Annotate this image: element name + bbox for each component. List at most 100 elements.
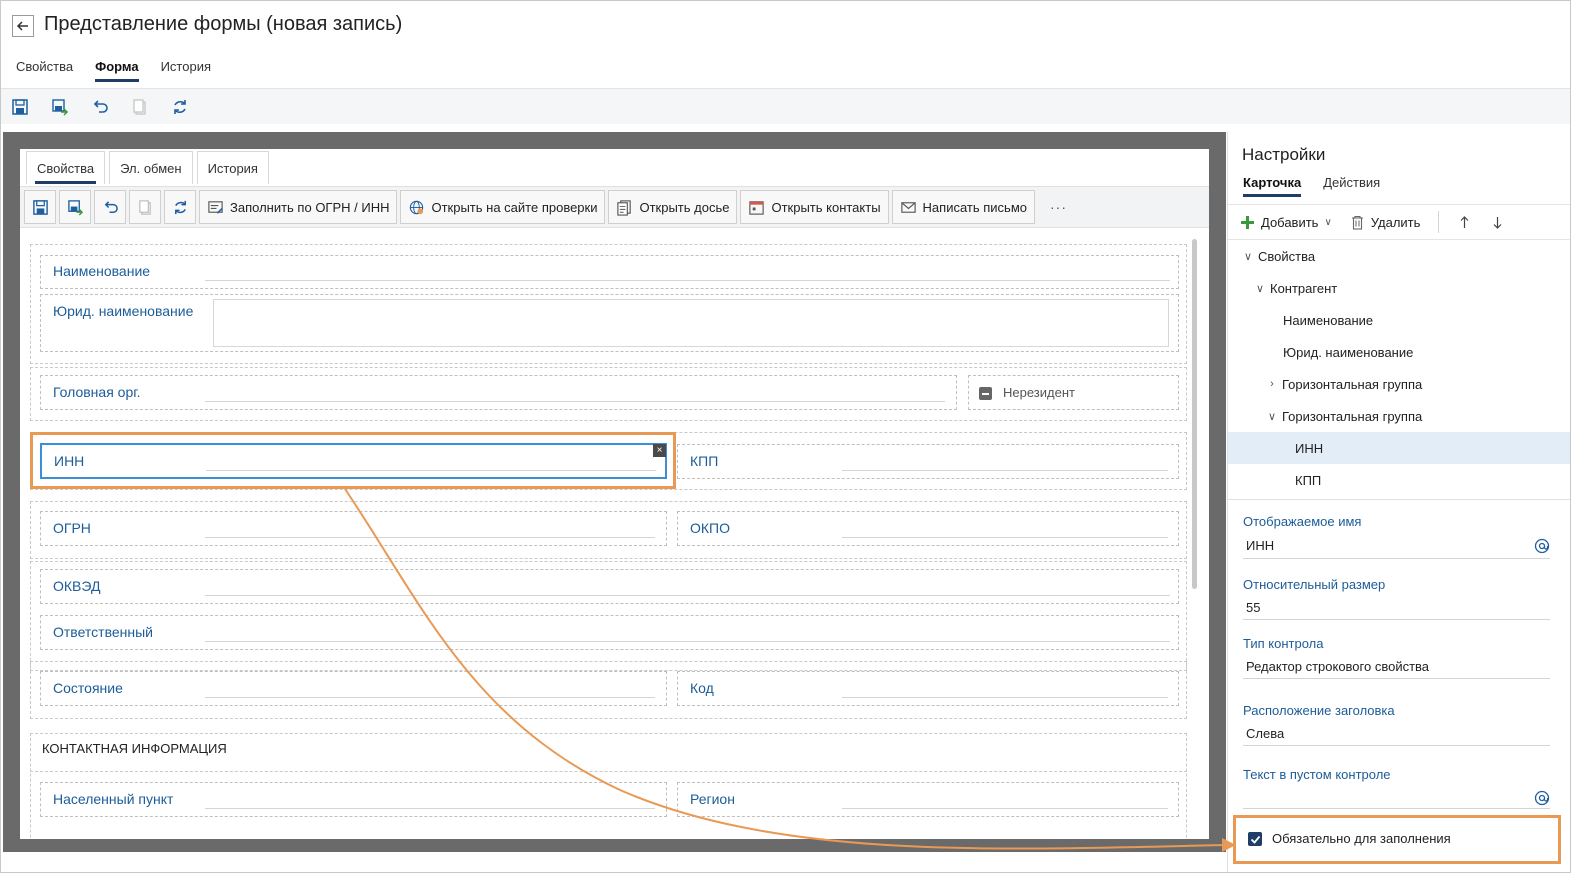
fill-by-ogrn-button[interactable]: Заполнить по ОГРН / ИНН (199, 190, 398, 224)
code-field[interactable]: Код (677, 671, 1179, 706)
state-field[interactable]: Состояние (40, 671, 667, 706)
tree-item-properties[interactable]: ∨ Свойства (1228, 240, 1571, 272)
locality-input-line (205, 808, 655, 809)
globe-icon (410, 200, 424, 214)
head-org-input-line (205, 401, 945, 402)
remove-element-icon[interactable]: × (653, 444, 666, 457)
move-up-button[interactable] (1457, 215, 1472, 230)
chevron-down-icon: ∨ (1324, 216, 1332, 228)
localize-icon[interactable] (1534, 790, 1550, 806)
okved-input-line (205, 595, 1170, 596)
calendar-icon (749, 200, 765, 215)
legal-name-field[interactable]: Юрид. наименование (40, 294, 1179, 352)
okpo-field[interactable]: ОКПО (677, 511, 1179, 546)
undo-icon (104, 200, 118, 213)
more-actions-button[interactable]: ··· (1050, 199, 1067, 215)
inn-input-line (206, 470, 656, 471)
tree-item-horizontal-group-2[interactable]: ∨ Горизонтальная группа (1228, 400, 1571, 432)
head-org-field[interactable]: Головная орг. (40, 375, 957, 410)
tree-item-horizontal-group-1[interactable]: › Горизонтальная группа (1228, 368, 1571, 400)
control-type-select[interactable]: Редактор строкового свойства (1246, 659, 1429, 674)
caption-position-select[interactable]: Слева (1246, 726, 1284, 741)
display-name-line (1243, 558, 1550, 559)
plus-icon (1241, 215, 1254, 229)
save-icon (32, 199, 48, 215)
save-and-close-icon[interactable] (49, 96, 71, 118)
kpp-input-line (842, 470, 1168, 471)
chevron-down-icon[interactable]: ∨ (1266, 410, 1278, 423)
code-input-line (842, 697, 1168, 698)
required-checkbox[interactable] (1248, 832, 1262, 846)
page-title: Представление формы (новая запись) (44, 13, 403, 35)
tab-actions[interactable]: Действия (1323, 175, 1380, 197)
legal-name-textarea[interactable] (213, 299, 1169, 347)
relative-size-line (1243, 619, 1550, 620)
write-letter-button[interactable]: Написать письмо (891, 190, 1035, 224)
form-save-button[interactable] (24, 190, 56, 224)
undo-icon[interactable] (89, 96, 111, 118)
tab-card[interactable]: Карточка (1243, 175, 1302, 197)
state-input-line (205, 697, 655, 698)
arrow-left-icon (16, 21, 28, 31)
tab-form[interactable]: Форма (95, 59, 140, 82)
open-contacts-button[interactable]: Открыть контакты (740, 190, 889, 224)
copy-icon[interactable] (129, 96, 151, 118)
chevron-down-icon[interactable]: ∨ (1254, 282, 1266, 295)
mail-icon (900, 201, 916, 213)
contact-section-title: КОНТАКТНАЯ ИНФОРМАЦИЯ (42, 741, 227, 756)
back-button[interactable] (12, 15, 34, 37)
form-tab-exchange[interactable]: Эл. обмен (109, 151, 193, 184)
form-preview: Свойства Эл. обмен История Заполнить по … (20, 149, 1209, 839)
refresh-icon (174, 200, 186, 214)
relative-size-input[interactable]: 55 (1246, 600, 1260, 615)
main-toolbar (0, 88, 1571, 124)
open-check-site-button[interactable]: Открыть на сайте проверки (400, 190, 606, 224)
form-designer-canvas: Свойства Эл. обмен История Заполнить по … (3, 132, 1226, 852)
responsible-field[interactable]: Ответственный (40, 615, 1179, 650)
form-undo-button[interactable] (94, 190, 126, 224)
open-dossier-button[interactable]: Открыть досье (608, 190, 738, 224)
form-tab-properties[interactable]: Свойства (26, 151, 106, 184)
checkmark-icon (1250, 835, 1260, 844)
ogrn-input-line (205, 537, 655, 538)
refresh-icon[interactable] (169, 96, 191, 118)
form-scrollbar[interactable] (1192, 239, 1197, 589)
chevron-down-icon[interactable]: ∨ (1242, 250, 1254, 263)
delete-button[interactable]: Удалить (1350, 215, 1420, 230)
empty-text-label: Текст в пустом контроле (1243, 767, 1391, 782)
inn-field[interactable]: ИНН × (40, 443, 667, 479)
form-tab-history[interactable]: История (196, 151, 269, 184)
tree-item-inn[interactable]: ИНН (1228, 432, 1571, 464)
move-down-button[interactable] (1490, 215, 1505, 230)
ogrn-field[interactable]: ОГРН (40, 511, 667, 546)
save-icon[interactable] (9, 96, 31, 118)
form-copy-button[interactable] (129, 190, 161, 224)
tree-item-counterparty[interactable]: ∨ Контрагент (1228, 272, 1571, 304)
tab-history[interactable]: История (161, 59, 211, 82)
nonresident-field[interactable]: Нерезидент (968, 375, 1179, 410)
region-field[interactable]: Регион (677, 782, 1179, 817)
nonresident-checkbox[interactable] (979, 387, 992, 400)
settings-toolbar: Добавить ∨ Удалить (1228, 204, 1571, 240)
display-name-input[interactable]: ИНН (1246, 538, 1274, 553)
kpp-field[interactable]: КПП (677, 444, 1179, 479)
chevron-right-icon[interactable]: › (1266, 378, 1278, 390)
form-save-close-button[interactable] (59, 190, 91, 224)
okpo-input-line (842, 537, 1168, 538)
tab-properties[interactable]: Свойства (16, 59, 73, 82)
okved-field[interactable]: ОКВЭД (40, 569, 1179, 604)
form-refresh-button[interactable] (164, 190, 196, 224)
settings-tabs: Карточка Действия (1243, 175, 1402, 197)
open-dossier-label: Открыть досье (639, 199, 730, 215)
name-field[interactable]: Наименование (40, 255, 1179, 289)
tree-item-legal-name[interactable]: Юрид. наименование (1228, 336, 1571, 368)
indeterminate-icon (982, 392, 989, 395)
add-button[interactable]: Добавить ∨ (1240, 215, 1332, 230)
window-header: Представление формы (новая запись) Свойс… (0, 0, 1571, 88)
element-tree: ∨ Свойства ∨ Контрагент Наименование Юри… (1228, 240, 1571, 496)
tree-item-name[interactable]: Наименование (1228, 304, 1571, 336)
settings-title: Настройки (1242, 145, 1326, 164)
localize-icon[interactable] (1534, 538, 1550, 554)
locality-field[interactable]: Населенный пункт (40, 782, 667, 817)
tree-item-kpp[interactable]: КПП (1228, 464, 1571, 496)
